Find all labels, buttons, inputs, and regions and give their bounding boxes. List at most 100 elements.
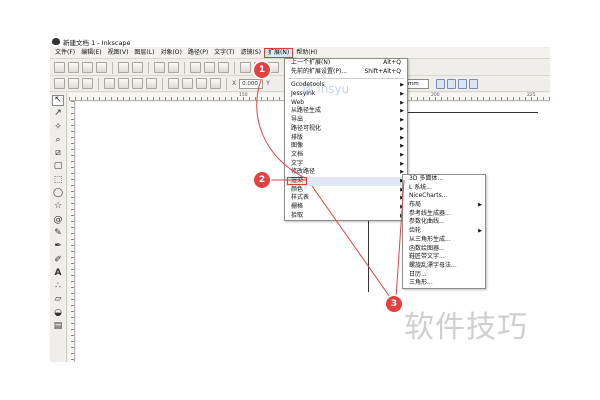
- eraser-tool-icon[interactable]: ▱: [52, 294, 64, 305]
- menu-item-generate-from-path[interactable]: 从路径生成 ▶: [285, 107, 407, 116]
- new-document-icon[interactable]: [54, 62, 65, 73]
- scale-corners-icon[interactable]: [447, 79, 456, 89]
- menu-item-raster[interactable]: 栅格▶: [285, 203, 407, 212]
- rotate-ccw-icon[interactable]: [104, 78, 115, 89]
- menu-item-arrange[interactable]: 排版 ▶: [285, 134, 407, 143]
- cut-icon[interactable]: [204, 62, 215, 73]
- deselect-icon[interactable]: [82, 78, 93, 89]
- zoom-tool-icon[interactable]: ⌕: [52, 135, 64, 146]
- menu-filters[interactable]: 滤镜(S): [238, 48, 265, 58]
- menu-item-triangle[interactable]: 三角形...: [403, 279, 485, 288]
- toolbar-separator: [234, 61, 235, 74]
- menu-item-visualize-path[interactable]: 路径可视化 ▶: [285, 125, 407, 134]
- move-patterns-icon[interactable]: [469, 79, 478, 89]
- redo-icon[interactable]: [168, 62, 179, 73]
- menu-item-function-plotter[interactable]: 函数绘图器...: [403, 245, 485, 254]
- menu-item-gear[interactable]: 齿轮 ▶: [403, 227, 485, 236]
- spiral-tool-icon[interactable]: @: [52, 215, 64, 226]
- submenu-arrow-icon: ▶: [400, 143, 404, 150]
- unit-select[interactable]: mm: [405, 79, 429, 89]
- select-all-layers-icon[interactable]: [68, 78, 79, 89]
- pen-tool-icon[interactable]: ✒: [52, 241, 64, 252]
- vertical-ruler: [68, 101, 75, 362]
- menu-layer[interactable]: 图层(L): [131, 48, 157, 58]
- spray-tool-icon[interactable]: ∴: [52, 281, 64, 292]
- menu-text[interactable]: 文字(T): [211, 48, 237, 58]
- lower-icon[interactable]: [196, 78, 207, 89]
- gradient-tool-icon[interactable]: ▤: [52, 321, 64, 332]
- rotate-cw-icon[interactable]: [118, 78, 129, 89]
- menu-item-color[interactable]: 颜色▶: [285, 186, 407, 195]
- menu-item-calendar[interactable]: 日历...: [403, 271, 485, 280]
- node-tool-icon[interactable]: ↗: [52, 108, 64, 119]
- menu-item-stylesheet[interactable]: 样式表▶: [285, 194, 407, 203]
- text-tool-icon[interactable]: A: [52, 268, 64, 279]
- menu-view[interactable]: 视图(V): [105, 48, 132, 58]
- pencil-tool-icon[interactable]: ✎: [52, 228, 64, 239]
- raise-to-top-icon[interactable]: [168, 78, 179, 89]
- menu-extensions[interactable]: 扩展(N): [264, 48, 294, 58]
- menu-item-spiro-letters[interactable]: 螺旋乱漂字母法...: [403, 262, 485, 271]
- raise-icon[interactable]: [182, 78, 193, 89]
- lower-to-bottom-icon[interactable]: [210, 78, 221, 89]
- menu-item-text[interactable]: 文字 ▶: [285, 160, 407, 169]
- menu-item-parametric-curves[interactable]: 参数化曲线...: [403, 218, 485, 227]
- shortcut-label: Alt+Q: [383, 59, 401, 66]
- undo-icon[interactable]: [154, 62, 165, 73]
- select-all-icon[interactable]: [54, 78, 65, 89]
- toolbar-separator: [98, 77, 99, 90]
- menu-object[interactable]: 对象(O): [157, 48, 184, 58]
- submenu-arrow-icon: ▶: [400, 134, 404, 141]
- menu-help[interactable]: 帮助(H): [293, 48, 320, 58]
- paint-bucket-tool-icon[interactable]: ◒: [52, 308, 64, 319]
- zoom-selection-icon[interactable]: [240, 62, 251, 73]
- calligraphy-tool-icon[interactable]: ✐: [52, 255, 64, 266]
- toolbar-separator: [112, 61, 113, 74]
- x-label: X: [232, 80, 237, 87]
- export-icon[interactable]: [132, 62, 143, 73]
- submenu-arrow-icon: ▶: [400, 108, 404, 115]
- annotation-badge-1: 1: [254, 62, 270, 78]
- menu-item-modify-path[interactable]: 修改路径 ▶: [285, 168, 407, 177]
- menu-item-3d-polyhedron[interactable]: 3D 多面体...: [403, 175, 485, 184]
- flip-vertical-icon[interactable]: [146, 78, 157, 89]
- print-icon[interactable]: [96, 62, 107, 73]
- menu-file[interactable]: 文件(F): [52, 48, 78, 58]
- ellipse-tool-icon[interactable]: ◯: [52, 188, 64, 199]
- menu-item-previous-extension[interactable]: 上一个扩展(N) Alt+Q: [285, 59, 407, 68]
- copy-icon[interactable]: [190, 62, 201, 73]
- move-gradients-icon[interactable]: [458, 79, 467, 89]
- menu-item-ribbon-text[interactable]: 鞋匠带文字...: [403, 253, 485, 262]
- menu-item-l-system[interactable]: L 系统...: [403, 184, 485, 193]
- x-field[interactable]: 0.000: [239, 78, 264, 89]
- rectangle-tool-icon[interactable]: ▢: [52, 161, 64, 172]
- submenu-arrow-icon: ▶: [400, 125, 404, 132]
- paste-icon[interactable]: [218, 62, 229, 73]
- scale-stroke-icon[interactable]: [436, 79, 445, 89]
- menu-item-pick[interactable]: 拾取▶: [285, 212, 407, 221]
- menu-item-layout[interactable]: 布局 ▶: [403, 201, 485, 210]
- menu-item-previous-extension-settings[interactable]: 先前的扩展设置(P)... Shift+Alt+Q: [285, 68, 407, 77]
- menu-path[interactable]: 路径(P): [185, 48, 211, 58]
- 3d-box-tool-icon[interactable]: ⬚: [52, 175, 64, 186]
- star-tool-icon[interactable]: ☆: [52, 201, 64, 212]
- menu-item-triangle-from[interactable]: 从三角形生成...: [403, 236, 485, 245]
- y-label: Y: [266, 80, 270, 87]
- import-icon[interactable]: [118, 62, 129, 73]
- flip-horizontal-icon[interactable]: [132, 78, 143, 89]
- save-icon[interactable]: [82, 62, 93, 73]
- menu-item-document[interactable]: 文档 ▶: [285, 151, 407, 160]
- toolbar-separator: [148, 61, 149, 74]
- menu-edit[interactable]: 编辑(E): [78, 48, 104, 58]
- submenu-arrow-icon: ▶: [400, 82, 404, 89]
- selector-tool-icon[interactable]: ↖: [52, 95, 64, 106]
- menu-item-nicecharts[interactable]: NiceCharts...: [403, 192, 485, 201]
- tweak-tool-icon[interactable]: ✧: [52, 122, 64, 133]
- menu-item-render[interactable]: 渲染▶: [285, 176, 407, 186]
- open-file-icon[interactable]: [68, 62, 79, 73]
- menu-item-images[interactable]: 图像 ▶: [285, 142, 407, 151]
- toolbar-separator: [226, 77, 227, 90]
- menu-item-export[interactable]: 导出 ▶: [285, 116, 407, 125]
- measure-tool-icon[interactable]: ⧄: [52, 148, 64, 159]
- watermark-site-text: ...谈 insyu: [290, 82, 350, 96]
